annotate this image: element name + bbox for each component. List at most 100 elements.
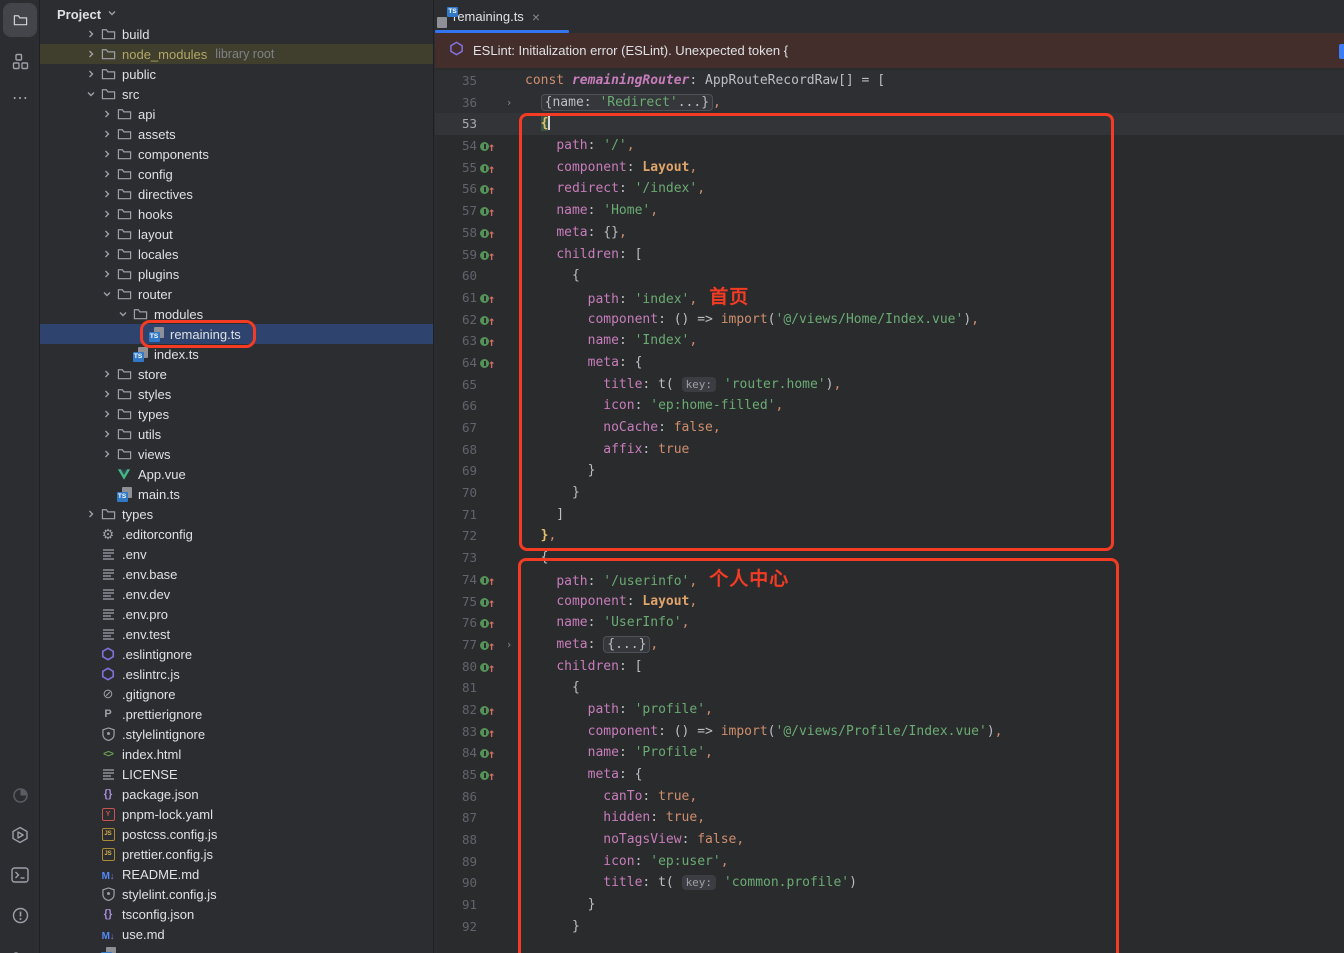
chevron-right-icon[interactable] [98, 389, 116, 399]
tree-item-index.html[interactable]: <>index.html [40, 744, 433, 764]
chevron-right-icon[interactable] [98, 129, 116, 139]
vcs-tool-button[interactable] [0, 940, 40, 953]
tree-item-config[interactable]: config [40, 164, 433, 184]
chevron-right-icon[interactable] [98, 269, 116, 279]
tree-item-LICENSE[interactable]: LICENSE [40, 764, 433, 784]
tab-close-icon[interactable]: × [532, 10, 540, 24]
change-marker-icon[interactable]: ↑ [480, 597, 498, 608]
change-marker-icon[interactable]: ↑ [480, 727, 498, 738]
change-marker-icon[interactable]: ↑ [480, 228, 498, 239]
tree-item-.env[interactable]: .env [40, 544, 433, 564]
tree-item-hooks[interactable]: hooks [40, 204, 433, 224]
project-tool-button[interactable] [0, 3, 40, 37]
chevron-right-icon[interactable] [82, 509, 100, 519]
tree-item-plugins[interactable]: plugins [40, 264, 433, 284]
change-marker-icon[interactable]: ↑ [480, 141, 498, 152]
profiler-tool-button[interactable] [0, 778, 40, 812]
structure-tool-button[interactable] [0, 44, 40, 78]
problems-tool-button[interactable] [0, 898, 40, 932]
tree-item-.editorconfig[interactable]: ⚙.editorconfig [40, 524, 433, 544]
chevron-down-icon[interactable] [82, 89, 100, 99]
chevron-right-icon[interactable] [98, 169, 116, 179]
tree-item-styles[interactable]: styles [40, 384, 433, 404]
tree-item-.env.test[interactable]: .env.test [40, 624, 433, 644]
change-marker-icon[interactable]: ↑ [480, 705, 498, 716]
tree-item-tsconfig.json[interactable]: {}tsconfig.json [40, 904, 433, 924]
chevron-down-icon[interactable] [114, 309, 132, 319]
more-tools-button[interactable]: ⋯ [0, 82, 40, 116]
chevron-right-icon[interactable] [98, 369, 116, 379]
tree-item-.prettierignore[interactable]: P.prettierignore [40, 704, 433, 724]
change-marker-icon[interactable]: ↑ [480, 358, 498, 369]
tree-item-.eslintrc.js[interactable]: .eslintrc.js [40, 664, 433, 684]
tree-item-node_modules[interactable]: node_moduleslibrary root [40, 44, 433, 64]
tab-remaining-ts[interactable]: TS remaining.ts × [435, 0, 569, 33]
tree-item-assets[interactable]: assets [40, 124, 433, 144]
tree-item-public[interactable]: public [40, 64, 433, 84]
chevron-right-icon[interactable] [98, 429, 116, 439]
banner-action-button[interactable] [1339, 44, 1344, 59]
tree-item-.env.pro[interactable]: .env.pro [40, 604, 433, 624]
tree-item-pnpm-lock.yaml[interactable]: Ypnpm-lock.yaml [40, 804, 433, 824]
change-marker-icon[interactable]: ↑ [480, 206, 498, 217]
tree-item-.gitignore[interactable]: ⊘.gitignore [40, 684, 433, 704]
tree-item-components[interactable]: components [40, 144, 433, 164]
chevron-right-icon[interactable] [82, 69, 100, 79]
tree-item-router[interactable]: router [40, 284, 433, 304]
tree-item-locales[interactable]: locales [40, 244, 433, 264]
chevron-right-icon[interactable] [98, 229, 116, 239]
tree-item-utils[interactable]: utils [40, 424, 433, 444]
tree-item-store[interactable]: store [40, 364, 433, 384]
change-marker-icon[interactable]: ↑ [480, 250, 498, 261]
tree-item-README.md[interactable]: M↓README.md [40, 864, 433, 884]
tree-item-use.md[interactable]: M↓use.md [40, 924, 433, 944]
change-marker-icon[interactable]: ↑ [480, 618, 498, 629]
chevron-right-icon[interactable] [98, 149, 116, 159]
tree-item-directives[interactable]: directives [40, 184, 433, 204]
change-marker-icon[interactable]: ↑ [480, 662, 498, 673]
chevron-right-icon[interactable] [98, 449, 116, 459]
change-marker-icon[interactable]: ↑ [480, 748, 498, 759]
tree-item-types[interactable]: types [40, 404, 433, 424]
change-marker-icon[interactable]: ↑ [480, 163, 498, 174]
chevron-right-icon[interactable] [82, 49, 100, 59]
fold-chevron-icon[interactable]: › [506, 96, 513, 109]
fold-chevron-icon[interactable]: › [506, 638, 513, 651]
folded-region[interactable]: {...} [603, 636, 650, 653]
chevron-right-icon[interactable] [98, 209, 116, 219]
tree-item-.stylelintignore[interactable]: .stylelintignore [40, 724, 433, 744]
tree-item-stylelint.config.js[interactable]: stylelint.config.js [40, 884, 433, 904]
tree-item-modules[interactable]: modules [40, 304, 433, 324]
change-marker-icon[interactable]: ↑ [480, 575, 498, 586]
change-marker-icon[interactable]: ↑ [480, 315, 498, 326]
tree-item-.eslintignore[interactable]: .eslintignore [40, 644, 433, 664]
chevron-right-icon[interactable] [82, 29, 100, 39]
change-marker-icon[interactable]: ↑ [480, 184, 498, 195]
chevron-down-icon[interactable] [98, 289, 116, 299]
tree-item-src[interactable]: src [40, 84, 433, 104]
code-area[interactable]: 35const remainingRouter: AppRouteRecordR… [435, 68, 1344, 953]
tree-item-App.vue[interactable]: App.vue [40, 464, 433, 484]
project-panel-header[interactable]: Project [40, 0, 433, 28]
tree-item-api[interactable]: api [40, 104, 433, 124]
change-marker-icon[interactable]: ↑ [480, 640, 498, 651]
change-marker-icon[interactable]: ↑ [480, 770, 498, 781]
tree-item-postcss.config.js[interactable]: JSpostcss.config.js [40, 824, 433, 844]
tree-item-views[interactable]: views [40, 444, 433, 464]
terminal-tool-button[interactable] [0, 858, 40, 892]
tree-item-package.json[interactable]: {}package.json [40, 784, 433, 804]
tree-item-main.ts[interactable]: TSmain.ts [40, 484, 433, 504]
tree-item-types[interactable]: types [40, 504, 433, 524]
tree-item-layout[interactable]: layout [40, 224, 433, 244]
change-marker-icon[interactable]: ↑ [480, 293, 498, 304]
chevron-right-icon[interactable] [98, 249, 116, 259]
tree-item-partial[interactable]: TS [40, 944, 433, 953]
tree-item-remaining.ts[interactable]: TSremaining.ts [40, 324, 433, 344]
tree-item-index.ts[interactable]: TSindex.ts [40, 344, 433, 364]
tree-item-.env.dev[interactable]: .env.dev [40, 584, 433, 604]
tree-item-.env.base[interactable]: .env.base [40, 564, 433, 584]
tree-item-prettier.config.js[interactable]: JSprettier.config.js [40, 844, 433, 864]
services-tool-button[interactable] [0, 818, 40, 852]
chevron-right-icon[interactable] [98, 409, 116, 419]
folded-region[interactable]: {name: 'Redirect'...} [541, 94, 713, 111]
